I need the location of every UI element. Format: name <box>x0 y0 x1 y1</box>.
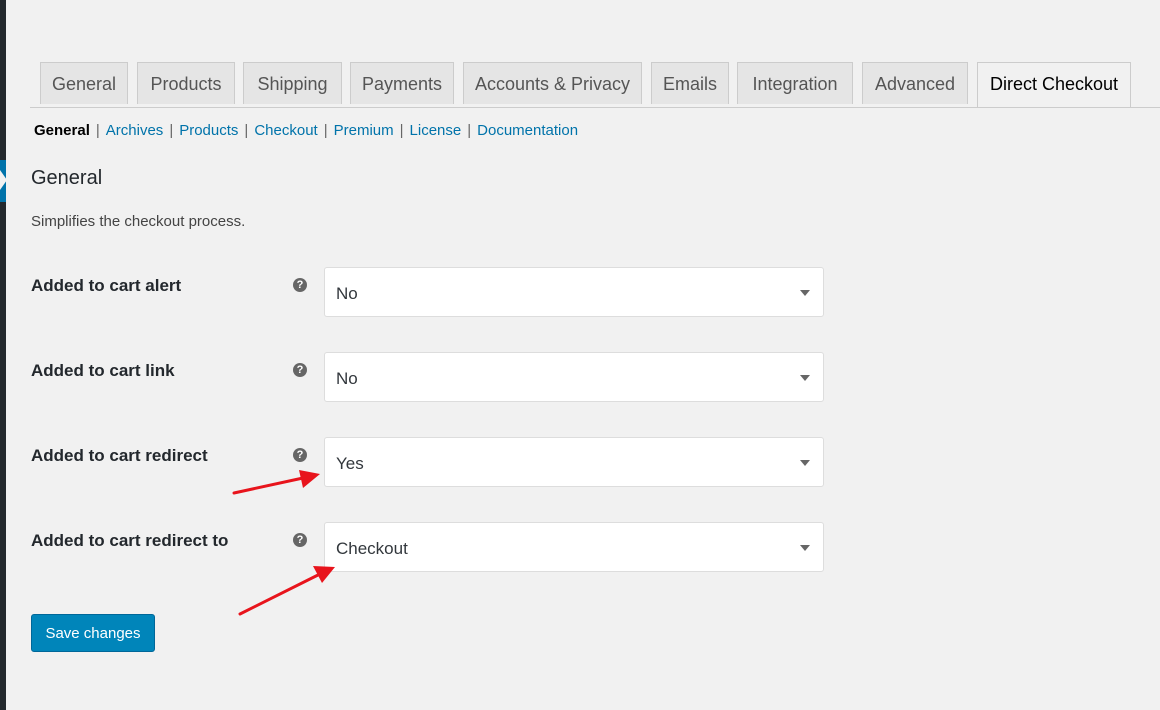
field-label-added-to-cart-redirect-to: Added to cart redirect to <box>31 531 229 550</box>
field-label-added-to-cart-redirect: Added to cart redirect <box>31 446 208 465</box>
help-icon[interactable]: ? <box>293 278 307 292</box>
tab-advanced[interactable]: Advanced <box>862 62 968 104</box>
annotation-arrow-redirect-to <box>238 566 335 616</box>
help-icon[interactable]: ? <box>293 448 307 462</box>
subnav-separator: | <box>244 122 249 139</box>
subnav-separator: | <box>95 122 100 139</box>
tab-integration[interactable]: Integration <box>737 62 853 104</box>
subnav-item-general[interactable]: General <box>34 122 90 139</box>
settings-tabs: General Products Shipping Payments Accou… <box>30 62 1160 108</box>
added-to-cart-link-select[interactable]: No <box>324 352 824 402</box>
select-value: Yes <box>336 454 364 473</box>
section-title: General <box>31 167 103 189</box>
added-to-cart-alert-select[interactable]: No <box>324 267 824 317</box>
section-description: Simplifies the checkout process. <box>31 213 246 230</box>
select-value: Checkout <box>336 539 408 558</box>
tab-shipping[interactable]: Shipping <box>243 62 342 104</box>
subnav-separator: | <box>169 122 174 139</box>
chevron-down-icon <box>800 375 810 381</box>
subnav-item-products[interactable]: Products <box>179 122 238 139</box>
tab-emails[interactable]: Emails <box>651 62 729 104</box>
added-to-cart-redirect-select[interactable]: Yes <box>324 437 824 487</box>
select-value: No <box>336 284 358 303</box>
admin-menu-pointer <box>0 170 7 190</box>
chevron-down-icon <box>800 460 810 466</box>
section-subnav: General | Archives | Products | Checkout | Premi… <box>34 121 578 141</box>
tab-products[interactable]: Products <box>137 62 235 104</box>
subnav-item-documentation[interactable]: Documentation <box>477 122 578 139</box>
help-icon[interactable]: ? <box>293 363 307 377</box>
help-icon[interactable]: ? <box>293 533 307 547</box>
chevron-down-icon <box>800 545 810 551</box>
subnav-item-archives[interactable]: Archives <box>106 122 164 139</box>
save-changes-button[interactable]: Save changes <box>31 614 155 652</box>
admin-menu-bar <box>0 0 6 710</box>
tab-direct-checkout[interactable]: Direct Checkout <box>977 62 1131 107</box>
select-value: No <box>336 369 358 388</box>
annotation-arrow-redirect <box>232 470 320 495</box>
chevron-down-icon <box>800 290 810 296</box>
subnav-item-checkout[interactable]: Checkout <box>254 122 317 139</box>
field-label-added-to-cart-alert: Added to cart alert <box>31 276 182 295</box>
subnav-separator: | <box>323 122 328 139</box>
field-label-added-to-cart-link: Added to cart link <box>31 361 175 380</box>
subnav-item-premium[interactable]: Premium <box>334 122 394 139</box>
added-to-cart-redirect-to-select[interactable]: Checkout <box>324 522 824 572</box>
tab-general[interactable]: General <box>40 62 128 104</box>
tab-payments[interactable]: Payments <box>350 62 454 104</box>
tab-accounts-privacy[interactable]: Accounts & Privacy <box>463 62 642 104</box>
subnav-item-license[interactable]: License <box>410 122 462 139</box>
subnav-separator: | <box>467 122 472 139</box>
subnav-separator: | <box>399 122 404 139</box>
